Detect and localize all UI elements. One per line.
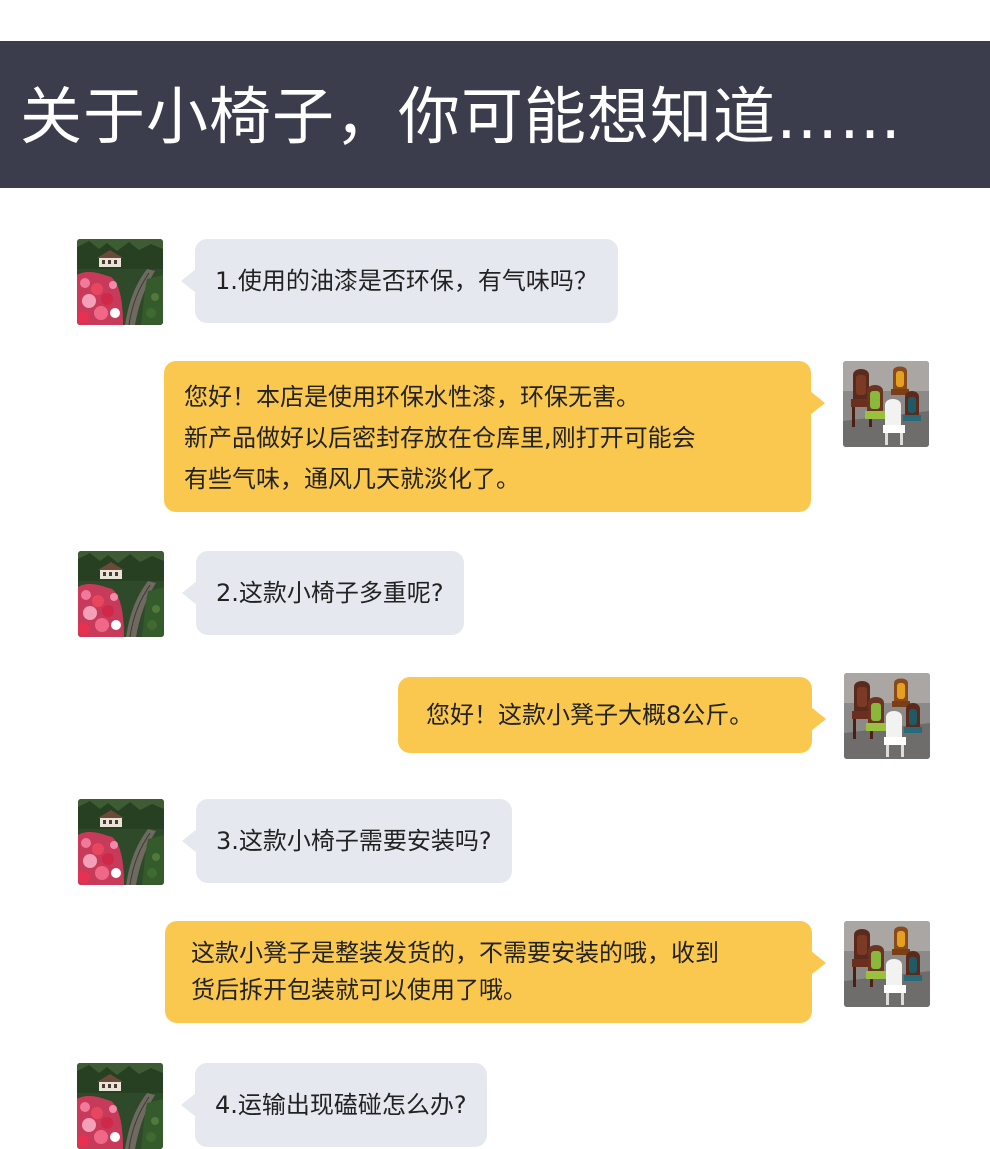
answer-line: 有些气味，通风几天就淡化了。 (184, 465, 520, 493)
question-bubble: 1.使用的油漆是否环保，有气味吗？ (181, 239, 618, 323)
garden-flowers-image (77, 239, 163, 325)
question-bubble: 2.这款小椅子多重呢? (182, 551, 464, 635)
page-header: 关于小椅子，你可能想知道…… (0, 41, 990, 188)
garden-flowers-image (77, 1063, 163, 1149)
customer-avatar[interactable] (78, 799, 164, 885)
answer-bubble: 这款小凳子是整装发货的，不需要安装的哦，收到 货后拆开包装就可以使用了哦。 (165, 921, 826, 1023)
answer-line: 这款小凳子是整装发货的，不需要安装的哦，收到 (191, 939, 719, 967)
chairs-image (844, 921, 930, 1007)
page-title: 关于小椅子，你可能想知道…… (20, 80, 903, 153)
shop-avatar[interactable] (844, 921, 930, 1007)
answer-line: 您好！本店是使用环保水性漆，环保无害。 (184, 383, 640, 411)
answer-line: 货后拆开包装就可以使用了哦。 (191, 976, 527, 1004)
question-bubble: 3.这款小椅子需要安装吗? (182, 799, 512, 883)
customer-avatar[interactable] (77, 1063, 163, 1149)
garden-flowers-image (78, 551, 164, 637)
question-text: 4.运输出现磕碰怎么办? (215, 1091, 467, 1119)
question-bubble: 4.运输出现磕碰怎么办? (181, 1063, 487, 1147)
garden-flowers-image (78, 799, 164, 885)
question-text: 3.这款小椅子需要安装吗? (216, 827, 492, 855)
chairs-image (844, 673, 930, 759)
shop-avatar[interactable] (843, 361, 929, 447)
answer-bubble: 您好！这款小凳子大概8公斤。 (398, 677, 826, 753)
customer-avatar[interactable] (78, 551, 164, 637)
chairs-image (843, 361, 929, 447)
shop-avatar[interactable] (844, 673, 930, 759)
customer-avatar[interactable] (77, 239, 163, 325)
question-text: 1.使用的油漆是否环保，有气味吗？ (215, 267, 598, 295)
answer-line: 新产品做好以后密封存放在仓库里,刚打开可能会 (184, 424, 696, 452)
question-text: 2.这款小椅子多重呢? (216, 579, 444, 607)
answer-line: 您好！这款小凳子大概8公斤。 (426, 701, 754, 729)
answer-bubble: 您好！本店是使用环保水性漆，环保无害。 新产品做好以后密封存放在仓库里,刚打开可… (164, 361, 825, 512)
